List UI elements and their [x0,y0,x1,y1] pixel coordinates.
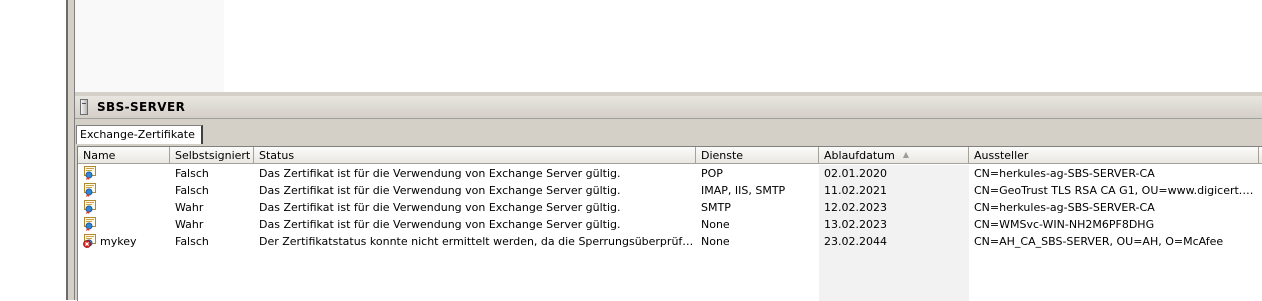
upper-result-pane [75,0,1262,92]
sort-ascending-icon: ▲ [902,150,910,159]
cell-name [78,182,170,199]
table-row[interactable]: mykey Falsch Der Zertifikatstatus konnte n… [78,233,1262,250]
table-row[interactable]: Wahr Das Zertifikat ist für die Verwendun… [78,199,1262,216]
cell-self-signed: Falsch [175,167,209,180]
cell-name [78,216,170,233]
cell-status: Das Zertifikat ist für die Verwendung vo… [259,167,621,180]
cell-status: Das Zertifikat ist für die Verwendung vo… [259,184,621,197]
cell-self-signed: Wahr [175,201,204,214]
column-header-expiry-label: Ablaufdatum [824,149,895,162]
cell-self-signed: Falsch [175,235,209,248]
column-header-name[interactable]: Name [78,147,170,164]
column-header-status[interactable]: Status [254,147,696,164]
cell-issuer: CN=WMSvc-WIN-NH2M6PF8DHG [974,218,1155,231]
cell-expiry: 02.01.2020 [824,167,887,180]
cell-expiry: 23.02.2044 [824,235,887,248]
table-row[interactable]: Wahr Das Zertifikat ist für die Verwendun… [78,216,1262,233]
certificate-icon [83,166,97,180]
table-row[interactable]: Falsch Das Zertifikat ist für die Verwend… [78,165,1262,182]
certificate-icon [83,217,97,231]
left-blank-area [0,0,66,300]
cell-issuer: CN=herkules-ag-SBS-SERVER-CA [974,201,1155,214]
column-header-self-signed[interactable]: Selbstsigniert [170,147,254,164]
column-header-issuer[interactable]: Aussteller [969,147,1259,164]
cell-status: Das Zertifikat ist für die Verwendung vo… [259,201,621,214]
cell-expiry: 11.02.2021 [824,184,887,197]
server-icon [80,99,88,115]
cell-self-signed: Wahr [175,218,204,231]
cell-services: None [701,218,730,231]
column-header-services[interactable]: Dienste [696,147,819,164]
upper-result-pane-column [75,0,224,92]
cell-services: None [701,235,730,248]
certificate-icon [83,183,97,197]
cell-self-signed: Falsch [175,184,209,197]
certificate-list[interactable]: Name Selbstsigniert Status Dienste Ablau… [77,146,1262,301]
cell-name [78,199,170,216]
cell-expiry: 13.02.2023 [824,218,887,231]
cell-name [78,165,170,182]
certificate-error-icon [83,234,97,248]
cell-status: Das Zertifikat ist für die Verwendung vo… [259,218,621,231]
cell-expiry: 12.02.2023 [824,201,887,214]
certificate-name: mykey [100,235,137,248]
cell-name: mykey [78,233,170,250]
cell-services: IMAP, IIS, SMTP [701,184,786,197]
server-title: SBS-SERVER [97,100,186,114]
cell-issuer: CN=GeoTrust TLS RSA CA G1, OU=www.digice… [974,184,1259,197]
column-header-expiry[interactable]: Ablaufdatum ▲ [819,147,969,164]
certificate-icon [83,200,97,214]
cell-status: Der Zertifikatstatus konnte nicht ermitt… [259,235,696,248]
cell-services: SMTP [701,201,731,214]
cell-issuer: CN=herkules-ag-SBS-SERVER-CA [974,167,1155,180]
table-row[interactable]: Falsch Das Zertifikat ist für die Verwend… [78,182,1262,199]
server-title-bar: SBS-SERVER [75,96,1262,119]
tab-exchange-certificates[interactable]: Exchange-Zertifikate [76,125,203,144]
cell-issuer: CN=AH_CA_SBS-SERVER, OU=AH, O=McAfee [974,235,1224,248]
cell-services: POP [701,167,723,180]
